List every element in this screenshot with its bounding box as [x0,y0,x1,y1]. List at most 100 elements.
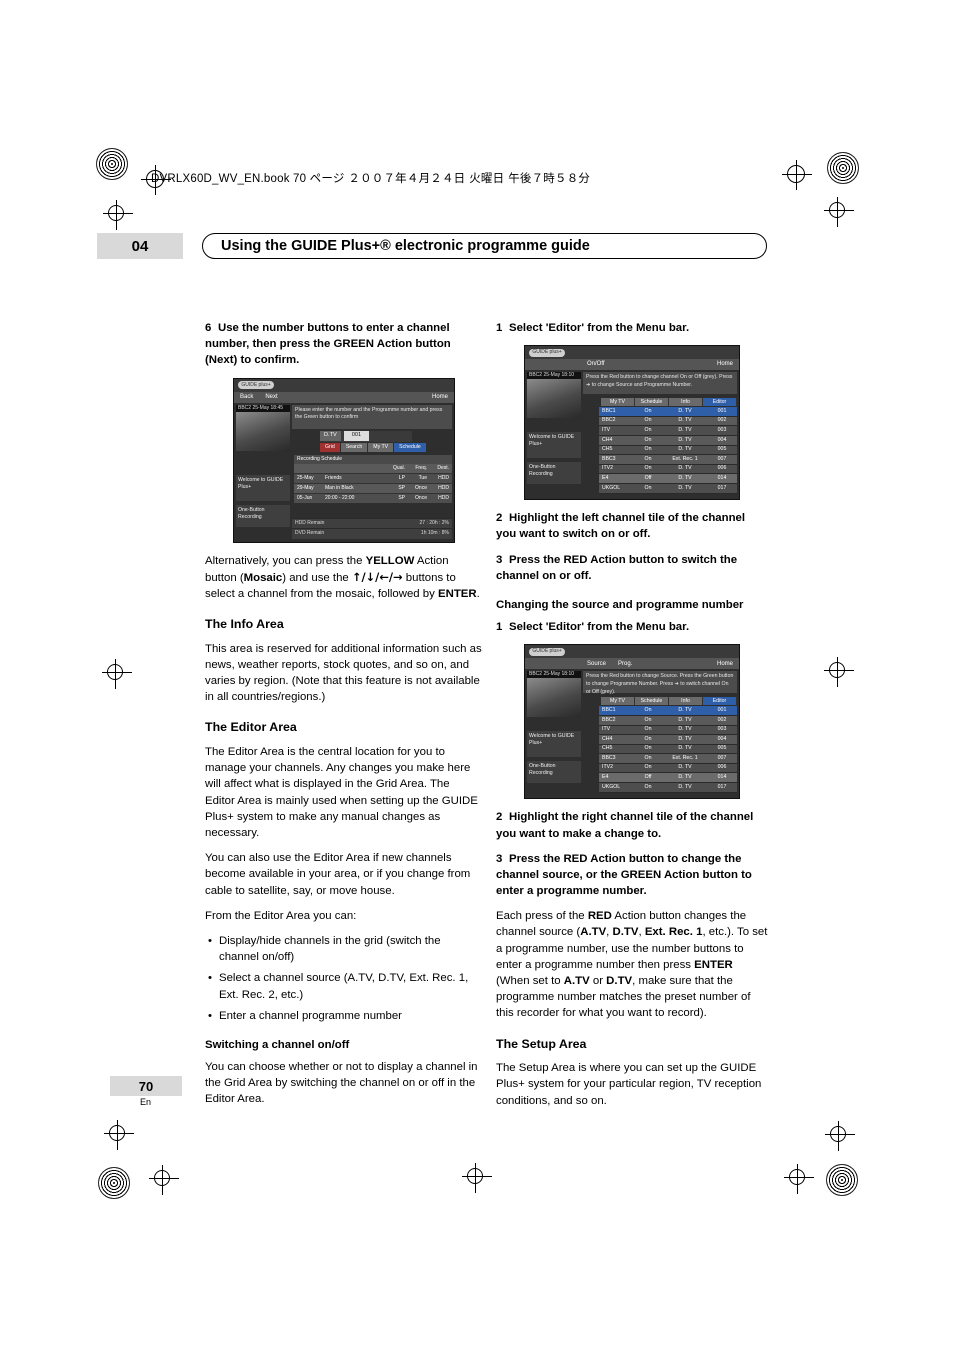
tab-editor[interactable]: Editor [703,398,737,407]
menu-item-prog[interactable]: Prog. [612,660,638,669]
table-row[interactable]: UKGOL On D. TV 017 [599,783,737,793]
editor-bullet-list: Display/hide channels in the grid (switc… [205,933,482,1024]
tab-schedule[interactable]: Schedule [635,398,669,407]
table-row[interactable]: BBC2 On D. TV 002 [599,715,737,726]
table-row[interactable]: ITV On D. TV 003 [599,426,737,436]
table-row[interactable]: BBC1 On D. TV 001 [599,706,737,716]
setup-body: The Setup Area is where you can set up t… [496,1062,762,1107]
channel-source: D. TV [678,716,692,723]
schedule-date: 29-May [297,484,314,491]
channel-state: On [644,417,652,424]
channel-number: 017 [717,484,727,491]
button-schedule[interactable]: Schedule [394,442,426,452]
welcome-tile[interactable]: Welcome to GUIDE Plus+ [527,432,581,459]
table-row[interactable]: CH5 On D. TV 005 [599,445,737,456]
onoff-step-3-number: 3 [496,553,503,566]
tab-info[interactable]: Info [669,697,703,706]
menu-item-back[interactable]: Back [234,393,259,402]
menu-item-source[interactable]: Source [581,660,612,669]
channel-name: CH4 [602,436,613,443]
src-text-7: or [589,975,607,987]
schedule-row[interactable]: 05-Jun 20:00 - 22:00 SP Once HDD [294,492,452,504]
one-button-recording-tile[interactable]: One-Button Recording [236,504,290,527]
table-row[interactable]: ITV2 On D. TV 006 [599,464,737,475]
channel-source: D. TV [678,417,692,424]
menu-item-home[interactable]: Home [711,360,739,369]
channel-name: BBC3 [602,455,616,462]
channel-source: Ext. Rec. 1 [672,754,698,761]
channel-number: 003 [717,426,727,433]
channel-state: Off [644,774,652,781]
editor-body-1: The Editor Area is the central location … [205,746,478,840]
source-step-2-text: Highlight the right channel tile of the … [496,811,754,840]
src-enter: ENTER [694,958,733,971]
channel-entry-field[interactable]: D.TV 001 [320,430,412,442]
step-6-text: Use the number buttons to enter a channe… [205,322,451,367]
one-button-recording-tile[interactable]: One-Button Recording [527,462,581,485]
table-row[interactable]: CH5 On D. TV 005 [599,744,737,755]
channel-number: 014 [717,774,727,781]
page-language: En [140,1097,152,1107]
schedule-row[interactable]: 29-May Man in Black SP Once HDD [294,482,452,493]
table-row[interactable]: CH4 On D. TV 004 [599,435,737,446]
button-my-tv[interactable]: My TV [368,442,394,452]
crop-mark-left-middle [102,659,132,689]
src-dtv2: D.TV [606,975,633,987]
channel-state: On [644,465,652,472]
list-item: Display/hide channels in the grid (switc… [208,933,482,965]
editor-body-3: From the Editor Area you can: [205,909,357,922]
alt-yellow: YELLOW [365,554,415,567]
onoff-step-2-text: Highlight the left channel tile of the c… [496,512,746,541]
channel-name: CH4 [602,735,613,742]
channel-name: BBC2 [602,417,616,424]
table-row[interactable]: ITV2 On D. TV 006 [599,763,737,774]
schedule-freq: Tue [418,474,427,481]
dvd-remain-row: DVD Remain 1h 10m : 8% [292,528,452,539]
alt-enter: ENTER [438,587,477,600]
alt-text-3: ) and use the [282,571,352,584]
table-row[interactable]: UKGOL On D. TV 017 [599,483,737,494]
screenshot-editor-onoff: GUIDE plus+ On/Off Home BBC2 25-May 18:1… [524,345,740,501]
channel-state: On [644,783,652,790]
onoff-step-1: 1 Select 'Editor' from the Menu bar. [496,320,768,336]
channel-source: D. TV [678,446,692,453]
table-row[interactable]: ITV On D. TV 003 [599,725,737,736]
table-row[interactable]: BBC3 On Ext. Rec. 1 007 [599,455,737,465]
tab-info[interactable]: Info [669,398,703,407]
source-explanation: Each press of the RED Action button chan… [496,908,768,1021]
src-atv2: A.TV [563,975,590,987]
hdd-remain-row: HDD Remain 27 : 20h : 2% [292,518,452,529]
schedule-title: Man in Black [325,484,354,491]
menu-item-onoff[interactable]: On/Off [581,360,611,369]
welcome-tile[interactable]: Welcome to GUIDE Plus+ [236,474,290,501]
button-search[interactable]: Search [340,442,368,452]
menu-item-home[interactable]: Home [711,660,739,669]
table-row[interactable]: BBC3 On Ext. Rec. 1 007 [599,754,737,764]
channel-state: On [644,745,652,752]
menu-item-home[interactable]: Home [426,393,454,402]
channel-source: D. TV [678,764,692,771]
tab-editor[interactable]: Editor [703,697,737,706]
button-grid[interactable]: Grid [320,442,340,452]
menu-item-next[interactable]: Next [259,393,283,402]
tab-my-tv[interactable]: My TV [601,697,635,706]
schedule-dest: HDD [438,474,449,481]
schedule-row[interactable]: 25-May Friends LP Tue HDD [294,472,452,483]
channel-name: ITV2 [602,465,613,472]
channel-number: 006 [717,465,727,472]
src-text-1: Each press of the [496,910,588,923]
channel-state: On [644,754,652,761]
schedule-qual: LP [398,474,405,481]
table-row[interactable]: BBC2 On D. TV 002 [599,416,737,427]
channel-source: D. TV [678,706,692,713]
page-number: 70 [110,1076,182,1096]
table-row[interactable]: E4 Off D. TV 014 [599,474,737,484]
col-dest: Dest. [437,464,449,471]
table-row[interactable]: E4 Off D. TV 014 [599,773,737,784]
tab-schedule[interactable]: Schedule [635,697,669,706]
one-button-recording-tile[interactable]: One-Button Recording [527,761,581,784]
tab-my-tv[interactable]: My TV [601,398,635,407]
table-row[interactable]: CH4 On D. TV 004 [599,735,737,745]
welcome-tile[interactable]: Welcome to GUIDE Plus+ [527,731,581,758]
table-row[interactable]: BBC1 On D. TV 001 [599,407,737,417]
